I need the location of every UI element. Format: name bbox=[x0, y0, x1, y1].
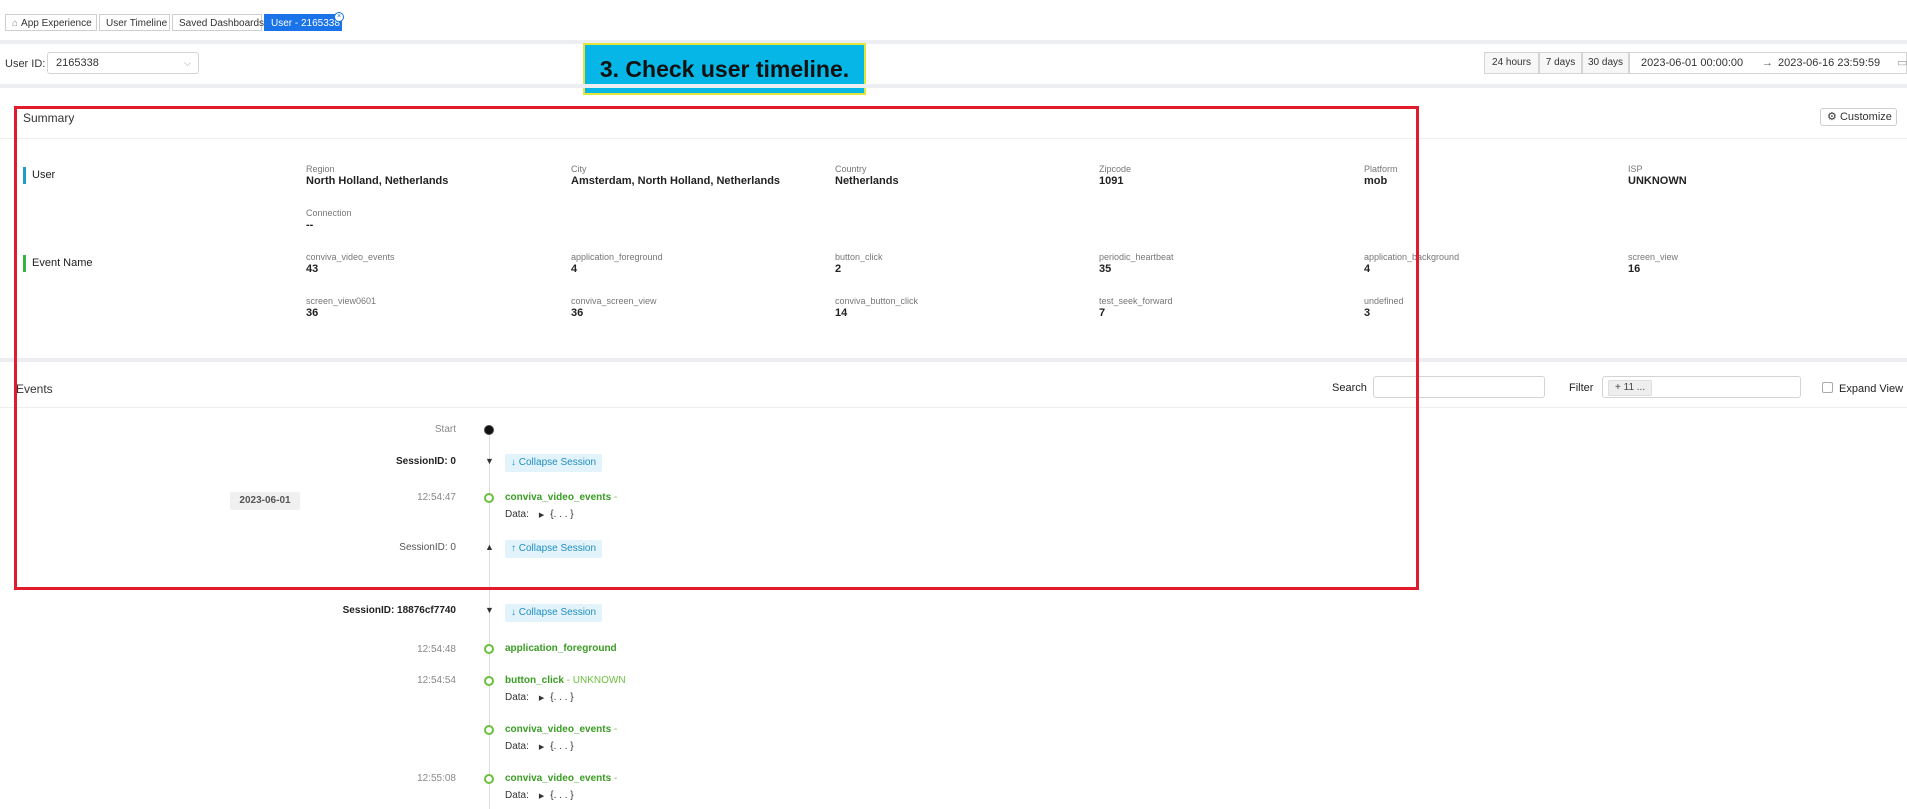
expand-view-checkbox[interactable] bbox=[1822, 382, 1833, 393]
date-to[interactable]: 2023-06-16 23:59:59 bbox=[1778, 52, 1880, 74]
caret-right-icon[interactable]: ▶ bbox=[539, 695, 544, 702]
event-data[interactable]: Data: ▶ {. . . } bbox=[505, 790, 574, 801]
data-label: Data: bbox=[505, 692, 529, 703]
field-event-count: screen_view 16 bbox=[1628, 252, 1678, 275]
event-time: 12:55:08 bbox=[417, 773, 456, 784]
gear-icon: ⚙ bbox=[1827, 111, 1837, 123]
tab-user-2165338[interactable]: User - 2165338 × bbox=[264, 12, 344, 31]
data-value: {. . . } bbox=[550, 741, 574, 752]
customize-label: Customize bbox=[1839, 111, 1892, 123]
event-time: 12:54:48 bbox=[417, 644, 456, 655]
expand-view-label: Expand View bbox=[1839, 383, 1904, 395]
event-name[interactable]: conviva_video_events - bbox=[505, 773, 617, 784]
home-icon: ⌂ bbox=[12, 18, 19, 29]
close-icon[interactable]: × bbox=[334, 12, 344, 22]
event-name[interactable]: application_foreground bbox=[505, 643, 617, 654]
session-id-label: SessionID: 18876cf7740 bbox=[342, 605, 456, 616]
event-name-text: conviva_video_events bbox=[505, 724, 612, 735]
caret-right-icon[interactable]: ▶ bbox=[539, 744, 544, 751]
divider bbox=[0, 40, 1907, 44]
event-dot bbox=[484, 676, 494, 686]
date-from[interactable]: 2023-06-01 00:00:00 bbox=[1641, 52, 1743, 74]
customize-button[interactable]: ⚙ Customize bbox=[1820, 108, 1897, 126]
event-dot bbox=[484, 725, 494, 735]
tab-label: App Experience bbox=[21, 18, 92, 29]
event-name[interactable]: conviva_video_events - bbox=[505, 724, 617, 735]
event-name-text: button_click bbox=[505, 675, 564, 686]
field-value: UNKNOWN bbox=[1628, 175, 1687, 187]
tab-label: Saved Dashboards bbox=[179, 18, 265, 29]
range-30-days-button[interactable]: 30 days bbox=[1582, 52, 1629, 74]
filter-select[interactable]: + 11 ... bbox=[1602, 376, 1801, 398]
field-key: screen_view bbox=[1628, 252, 1679, 262]
annotation-highlight-box bbox=[14, 106, 1419, 590]
tab-app-experience[interactable]: ⌂ App Experience bbox=[5, 14, 97, 31]
event-dot bbox=[484, 644, 494, 654]
event-name-text: conviva_video_events bbox=[505, 773, 612, 784]
event-name[interactable]: button_click - UNKNOWN bbox=[505, 675, 626, 686]
event-suffix: - bbox=[611, 773, 618, 784]
event-name-text: application_foreground bbox=[505, 643, 617, 654]
tab-user-timeline[interactable]: User Timeline bbox=[99, 14, 170, 31]
event-suffix: - UNKNOWN bbox=[563, 675, 626, 686]
filter-chip[interactable]: + 11 ... bbox=[1608, 380, 1653, 396]
calendar-icon[interactable]: ▭ bbox=[1897, 52, 1907, 74]
data-value: {. . . } bbox=[550, 692, 574, 703]
event-data[interactable]: Data: ▶ {. . . } bbox=[505, 692, 574, 703]
user-id-label: User ID: bbox=[5, 58, 46, 70]
user-id-value: 2165338 bbox=[56, 57, 99, 69]
field-isp: ISP UNKNOWN bbox=[1628, 164, 1687, 187]
caret-down-icon[interactable]: ▼ bbox=[485, 605, 494, 615]
data-label: Data: bbox=[505, 790, 529, 801]
range-24-hours-button[interactable]: 24 hours bbox=[1484, 52, 1539, 74]
range-7-days-button[interactable]: 7 days bbox=[1539, 52, 1582, 74]
event-suffix: - bbox=[611, 724, 618, 735]
filter-label: Filter bbox=[1569, 382, 1594, 394]
data-label: Data: bbox=[505, 741, 529, 752]
data-value: {. . . } bbox=[550, 790, 574, 801]
collapse-session-button[interactable]: ↓ Collapse Session bbox=[505, 604, 603, 622]
tab-label: User - 2165338 bbox=[271, 18, 340, 29]
tab-saved-dashboards[interactable]: Saved Dashboards bbox=[172, 14, 265, 31]
event-dot bbox=[484, 774, 494, 784]
divider bbox=[0, 84, 1907, 88]
user-id-select[interactable]: 2165338 ⌵ bbox=[47, 52, 199, 74]
tab-label: User Timeline bbox=[106, 18, 168, 29]
caret-right-icon[interactable]: ▶ bbox=[539, 793, 544, 800]
arrow-right-icon: → bbox=[1762, 57, 1773, 69]
event-data[interactable]: Data: ▶ {. . . } bbox=[505, 741, 574, 752]
chevron-down-icon: ⌵ bbox=[184, 58, 191, 68]
field-key: ISP bbox=[1628, 164, 1643, 174]
event-time: 12:54:54 bbox=[417, 675, 456, 686]
field-value: 16 bbox=[1628, 263, 1641, 275]
